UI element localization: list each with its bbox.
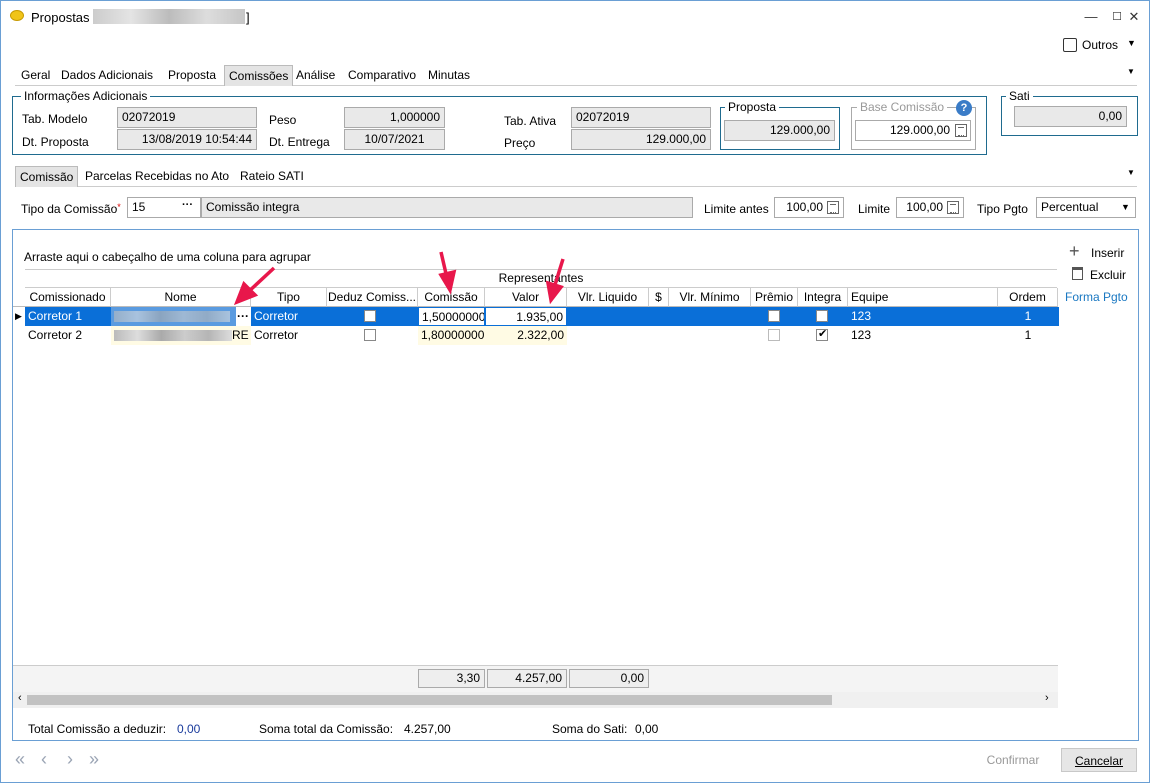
window: Propostas ] — ☐ ✕ Outros ▼ Geral Dados A… <box>0 0 1150 783</box>
arrow-comissao-head <box>438 269 457 295</box>
annotation-arrows <box>233 251 565 306</box>
arrow-valor-head <box>545 280 564 305</box>
